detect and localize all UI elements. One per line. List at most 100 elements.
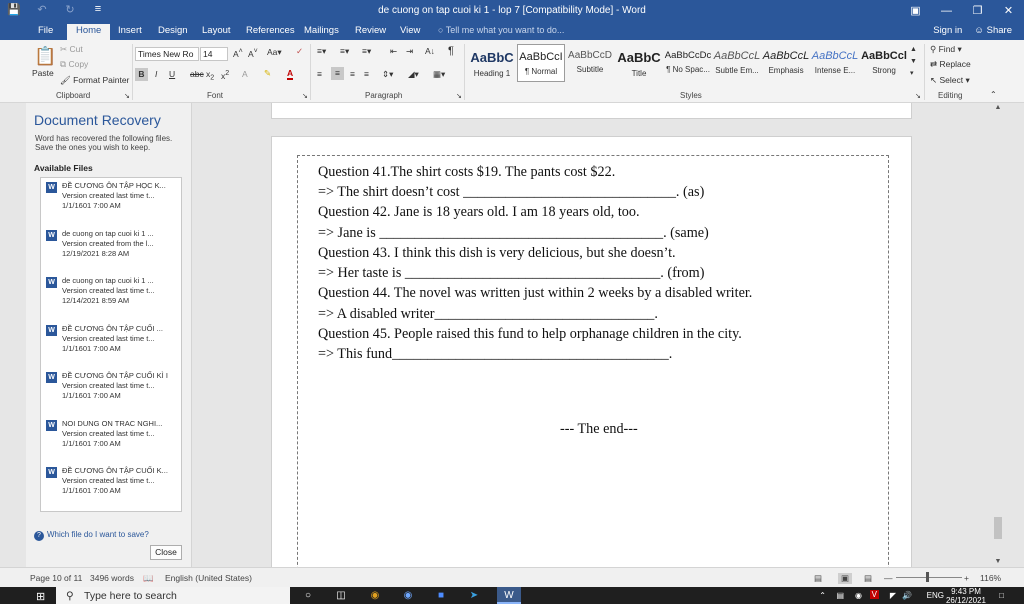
replace-button[interactable]: ⇄ Replace: [930, 59, 971, 70]
style-heading-1[interactable]: AaBbC Heading 1: [468, 44, 516, 82]
tab-layout[interactable]: Layout: [202, 24, 231, 40]
chrome-icon[interactable]: ◉: [368, 590, 382, 602]
paragraph-launcher-icon[interactable]: ↘: [456, 92, 462, 100]
volume-icon[interactable]: 🔊: [902, 591, 912, 600]
network-icon[interactable]: ▤: [836, 591, 844, 600]
copy-button[interactable]: ⧉ Copy: [60, 59, 88, 70]
zalo-icon[interactable]: ◉: [401, 590, 415, 602]
clock[interactable]: 9:43 PM 26/12/2021: [946, 587, 986, 604]
font-name-box[interactable]: Times New Ro: [135, 47, 199, 61]
cut-button[interactable]: ✂ Cut: [60, 44, 83, 55]
styles-launcher-icon[interactable]: ↘: [915, 92, 921, 100]
tab-review[interactable]: Review: [355, 24, 386, 40]
word-count[interactable]: 3496 words: [90, 573, 134, 583]
zoom-out-icon[interactable]: —: [884, 573, 893, 583]
underline-button[interactable]: U: [169, 69, 175, 79]
recovered-file-item[interactable]: W de cuong on tap cuoi ki 1 ... Version …: [45, 229, 179, 265]
multilevel-list-icon[interactable]: ≡▾: [362, 46, 371, 57]
change-case-icon[interactable]: Aa▾: [267, 47, 282, 58]
numbering-icon[interactable]: ≡▾: [340, 46, 349, 57]
recovered-file-item[interactable]: W ĐỀ CƯƠNG ÔN TẬP CUỐI KÌ I Version crea…: [45, 371, 179, 407]
page-count[interactable]: Page 10 of 11: [30, 573, 82, 583]
doc-line[interactable]: => The shirt doesn’t cost ______________…: [318, 184, 704, 201]
justify-icon[interactable]: ≡: [364, 69, 369, 79]
zoom-in-icon[interactable]: +: [964, 573, 969, 583]
tell-me-box[interactable]: ○ Tell me what you want to do...: [438, 25, 564, 35]
align-center-icon[interactable]: ≡: [331, 67, 344, 80]
align-right-icon[interactable]: ≡: [350, 69, 355, 79]
grow-font-icon[interactable]: A˄: [233, 47, 243, 59]
style-no-spacing[interactable]: AaBbCcDc ¶ No Spac...: [664, 44, 712, 82]
style-subtitle[interactable]: AaBbCcD Subtitle: [566, 44, 614, 82]
tab-home[interactable]: Home: [67, 24, 111, 40]
find-button[interactable]: ⚲ Find ▾: [930, 44, 962, 55]
read-mode-icon[interactable]: ▤: [814, 573, 822, 584]
doc-line[interactable]: Question 42. Jane is 18 years old. I am …: [318, 204, 640, 221]
text-frame[interactable]: Question 41.The shirt costs $19. The pan…: [297, 155, 889, 567]
share-button[interactable]: ☺ Share: [974, 25, 1012, 36]
doc-line[interactable]: => This fund____________________________…: [318, 346, 672, 363]
bullets-icon[interactable]: ≡▾: [317, 46, 326, 57]
tab-file[interactable]: File: [38, 24, 53, 40]
cortana-icon[interactable]: ○: [301, 590, 315, 602]
subscript-button[interactable]: x2: [206, 69, 214, 82]
print-layout-icon[interactable]: ▣: [838, 573, 853, 584]
format-painter-button[interactable]: 🖌 Format Painter: [60, 75, 129, 86]
web-layout-icon[interactable]: ▤: [864, 573, 872, 584]
doc-line[interactable]: Question 41.The shirt costs $19. The pan…: [318, 164, 615, 181]
minimize-icon[interactable]: —: [931, 0, 962, 22]
tray-app-icon[interactable]: ◉: [855, 591, 862, 600]
recovered-file-item[interactable]: W ĐỀ CƯƠNG ÔN TẬP CUỐI ... Version creat…: [45, 324, 179, 360]
strikethrough-button[interactable]: abc: [190, 69, 204, 79]
style-emphasis[interactable]: AaBbCcL Emphasis: [762, 44, 810, 82]
antivirus-icon[interactable]: V: [869, 590, 879, 599]
decrease-indent-icon[interactable]: ⇤: [390, 46, 397, 57]
recovered-file-item[interactable]: W NOI DUNG ON TRAC NGHI... Version creat…: [45, 419, 179, 455]
text-effects-icon[interactable]: A: [242, 69, 248, 79]
style-intense-emphasis[interactable]: AaBbCcL Intense E...: [811, 44, 859, 82]
clipboard-launcher-icon[interactable]: ↘: [124, 92, 130, 100]
italic-button[interactable]: I: [155, 69, 157, 79]
doc-line[interactable]: Question 45. People raised this fund to …: [318, 326, 742, 343]
bold-button[interactable]: B: [135, 68, 148, 81]
zoom-level[interactable]: 116%: [980, 573, 1001, 583]
sign-in-link[interactable]: Sign in: [933, 25, 962, 36]
zoom-slider[interactable]: [896, 577, 962, 578]
wifi-icon[interactable]: ◤: [890, 591, 896, 600]
recovery-close-button[interactable]: Close: [150, 545, 182, 560]
recovered-file-item[interactable]: W de cuong on tap cuoi ki 1 ... Version …: [45, 276, 179, 312]
scroll-thumb[interactable]: [994, 517, 1002, 539]
doc-line[interactable]: Question 44. The novel was written just …: [318, 285, 752, 302]
zoom-slider-thumb[interactable]: [926, 572, 929, 582]
collapse-ribbon-icon[interactable]: ⌃: [990, 90, 997, 99]
tab-insert[interactable]: Insert: [118, 24, 142, 40]
vertical-scrollbar[interactable]: ▲ ▼: [992, 103, 1004, 567]
style-subtle-emphasis[interactable]: AaBbCcL Subtle Em...: [713, 44, 761, 82]
styles-scroll-icon[interactable]: ▲ ▼ ▾: [910, 44, 917, 80]
shrink-font-icon[interactable]: A˅: [248, 47, 258, 59]
tab-design[interactable]: Design: [158, 24, 188, 40]
doc-line[interactable]: => Jane is _____________________________…: [318, 225, 709, 242]
show-hidden-icons[interactable]: ⌃: [819, 591, 826, 600]
recovered-file-item[interactable]: W ĐỀ CƯƠNG ÔN TẬP CUỐI K... Version crea…: [45, 466, 179, 502]
borders-icon[interactable]: ▦▾: [433, 69, 445, 80]
notifications-icon[interactable]: □: [999, 591, 1004, 600]
sort-icon[interactable]: A↓: [425, 46, 435, 56]
highlight-icon[interactable]: ✎: [264, 68, 271, 79]
increase-indent-icon[interactable]: ⇥: [406, 46, 413, 57]
align-left-icon[interactable]: ≡: [317, 69, 322, 79]
language-indicator[interactable]: ENG: [927, 591, 944, 600]
style-normal[interactable]: AaBbCcI ¶ Normal: [517, 44, 565, 82]
style-strong[interactable]: AaBbCcl Strong: [860, 44, 908, 82]
close-icon[interactable]: ✕: [993, 0, 1024, 22]
select-button[interactable]: ↖ Select ▾: [930, 75, 970, 86]
ribbon-display-options-icon[interactable]: ▣: [900, 0, 931, 22]
font-color-icon[interactable]: A: [287, 69, 294, 80]
word-taskbar-icon[interactable]: W: [497, 587, 521, 604]
font-launcher-icon[interactable]: ↘: [302, 92, 308, 100]
app-icon[interactable]: ➤: [467, 590, 481, 602]
which-file-help-link[interactable]: ? Which file do I want to save?: [34, 530, 149, 541]
document-page[interactable]: Question 41.The shirt costs $19. The pan…: [271, 136, 912, 567]
recovered-file-item[interactable]: W ĐỀ CƯƠNG ÔN TẬP HỌC K... Version creat…: [45, 181, 179, 217]
document-canvas[interactable]: Question 41.The shirt costs $19. The pan…: [192, 103, 992, 567]
